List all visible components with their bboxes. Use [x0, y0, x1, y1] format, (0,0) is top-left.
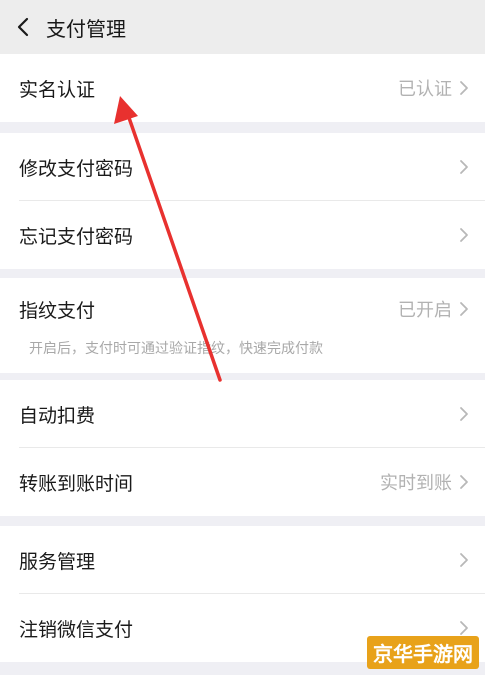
- fingerprint-status: 已开启: [398, 300, 452, 321]
- menu-item-service-management[interactable]: 服务管理: [0, 526, 485, 594]
- menu-item-real-name-verification[interactable]: 实名认证 已认证: [0, 54, 485, 122]
- page-title: 支付管理: [46, 16, 126, 41]
- menu-item-transfer-arrival-time[interactable]: 转账到账时间 实时到账: [0, 448, 485, 516]
- verification-status: 已认证: [398, 79, 452, 100]
- menu-item-label: 忘记支付密码: [19, 225, 134, 248]
- chevron-left-icon: [16, 17, 30, 37]
- site-watermark: 京华手游网: [367, 636, 479, 669]
- transfer-time-value: 实时到账: [380, 473, 452, 494]
- menu-item-label: 指纹支付: [19, 299, 96, 322]
- menu-item-fingerprint-payment[interactable]: 指纹支付 已开启: [0, 278, 485, 340]
- menu-item-forgot-password[interactable]: 忘记支付密码: [0, 201, 485, 269]
- group-identity: 实名认证 已认证: [0, 54, 485, 122]
- chevron-right-icon: [459, 80, 469, 96]
- back-button[interactable]: [0, 0, 46, 54]
- menu-item-label: 实名认证: [19, 78, 96, 101]
- watermark-text: 京华手游网: [373, 642, 473, 666]
- menu-item-label: 注销微信支付: [19, 618, 134, 641]
- chevron-right-icon: [459, 159, 469, 175]
- group-password: 修改支付密码 忘记支付密码: [0, 133, 485, 269]
- chevron-right-icon: [459, 552, 469, 568]
- chevron-right-icon: [459, 301, 469, 317]
- menu-item-label: 自动扣费: [19, 404, 96, 427]
- menu-item-change-password[interactable]: 修改支付密码: [0, 133, 485, 201]
- group-deduction: 自动扣费 转账到账时间 实时到账: [0, 380, 485, 516]
- fingerprint-hint: 开启后，支付时可通过验证指纹，快速完成付款: [29, 341, 323, 357]
- chevron-right-icon: [459, 227, 469, 243]
- group-fingerprint: 指纹支付 已开启 开启后，支付时可通过验证指纹，快速完成付款: [0, 278, 485, 373]
- menu-item-auto-deduction[interactable]: 自动扣费: [0, 380, 485, 448]
- payment-management-page: 支付管理 实名认证 已认证 修改支付密码 忘记支付密码 指纹支付 已开启 开启后…: [0, 0, 485, 675]
- navigation-bar: 支付管理: [0, 0, 485, 54]
- chevron-right-icon: [459, 474, 469, 490]
- chevron-right-icon: [459, 620, 469, 636]
- menu-item-label: 转账到账时间: [19, 472, 134, 495]
- menu-item-label: 服务管理: [19, 550, 96, 573]
- menu-item-label: 修改支付密码: [19, 157, 134, 180]
- chevron-right-icon: [459, 406, 469, 422]
